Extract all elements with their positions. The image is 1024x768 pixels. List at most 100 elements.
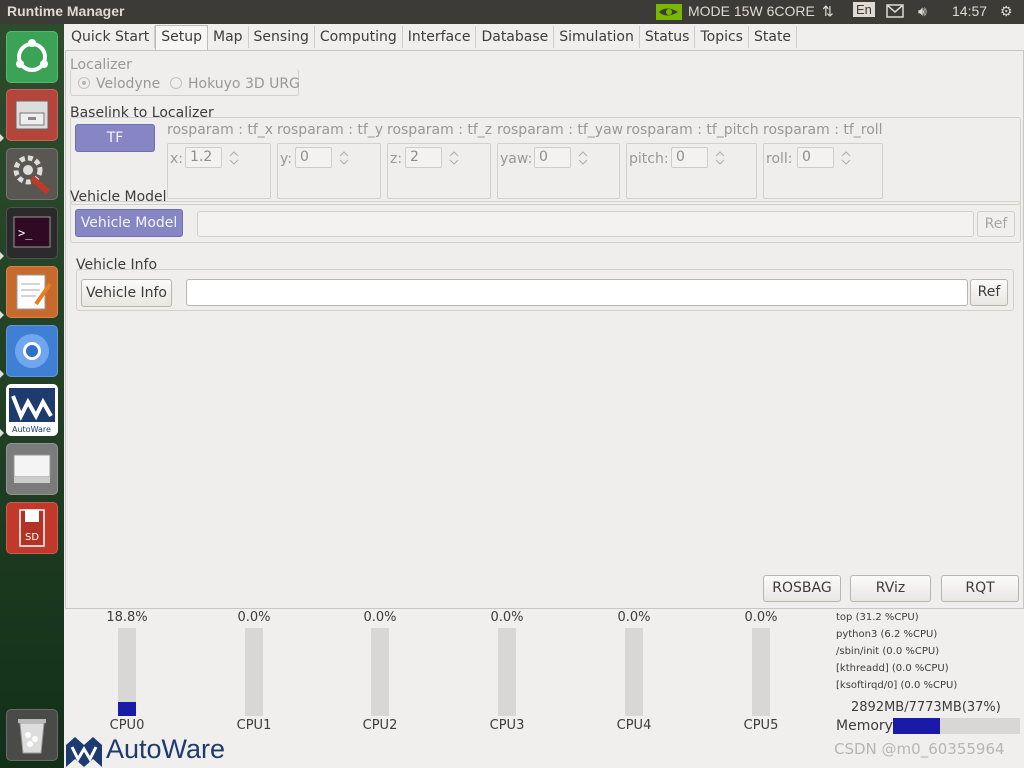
vehicle-model-path-field[interactable] <box>197 211 974 237</box>
cpu-bar <box>625 628 643 716</box>
cpu-bar <box>371 628 389 716</box>
cpu-bar-fill <box>118 702 136 716</box>
nvidia-icon[interactable] <box>656 4 682 23</box>
keyboard-lang-indicator[interactable]: En <box>853 2 875 17</box>
cpu-label: CPU4 <box>616 718 652 733</box>
cpu-meter-1: 0.0% CPU1 <box>224 610 284 733</box>
tab-state[interactable]: State <box>749 26 798 48</box>
cpu-percent: 0.0% <box>363 610 397 625</box>
cpu-meter-5: 0.0% CPU5 <box>731 610 791 733</box>
tab-simulation[interactable]: Simulation <box>554 26 640 48</box>
tab-computing[interactable]: Computing <box>315 26 403 48</box>
top-process-item: top (31.2 %CPU) <box>836 612 919 623</box>
cpu-bar <box>245 628 263 716</box>
cpu-percent: 0.0% <box>744 610 778 625</box>
autoware-logo-icon <box>66 737 102 767</box>
autoware-logo-text: AutoWare <box>106 734 226 764</box>
tf-z-input[interactable]: 2 <box>405 147 459 168</box>
cpu-label: CPU2 <box>362 718 398 733</box>
memory-label: Memory <box>836 718 893 734</box>
memory-bar-fill <box>893 718 940 734</box>
launcher-terminal-icon[interactable]: >_ <box>6 207 58 259</box>
svg-text:AutoWare: AutoWare <box>12 425 51 434</box>
rviz-button[interactable]: RViz <box>850 575 931 602</box>
memory-text: 2892MB/7773MB(37%) <box>851 700 1001 715</box>
cpu-bar <box>752 628 770 716</box>
cpu-meter-4: 0.0% CPU4 <box>604 610 664 733</box>
cpu-percent: 0.0% <box>490 610 524 625</box>
cpu-meter-2: 0.0% CPU2 <box>350 610 410 733</box>
top-process-item: [kthreadd] (0.0 %CPU) <box>836 663 949 674</box>
radio-hokuyo[interactable]: Hokuyo 3D URG <box>170 76 300 92</box>
memory-bar <box>893 718 1020 734</box>
rqt-button[interactable]: RQT <box>941 575 1019 602</box>
volume-icon[interactable]: 🔊︎ <box>918 3 927 20</box>
svg-text:>_: >_ <box>18 226 33 240</box>
launcher: >_ AutoWare SD <box>0 24 64 768</box>
cpu-meter-3: 0.0% CPU3 <box>477 610 537 733</box>
setup-panel: Localizer Velodyne Hokuyo 3D URG Baselin… <box>65 50 1024 609</box>
vehicle-model-button[interactable]: Vehicle Model <box>75 209 183 237</box>
tf-roll-input[interactable]: 0 <box>797 147 851 168</box>
tf-pitch-group: rosparam : tf_pitch pitch: 0 <box>626 122 759 199</box>
tab-status[interactable]: Status <box>640 26 696 48</box>
vehicle-info-path-field[interactable] <box>186 279 968 306</box>
top-process-item: python3 (6.2 %CPU) <box>836 629 938 640</box>
tab-map[interactable]: Map <box>208 26 249 48</box>
tf-y-input[interactable]: 0 <box>295 147 349 168</box>
launcher-sd-card-icon[interactable]: SD <box>6 502 58 554</box>
cpu-label: CPU3 <box>489 718 525 733</box>
cpu-label: CPU0 <box>109 718 145 733</box>
radio-velodyne[interactable]: Velodyne <box>78 76 160 92</box>
svg-text:SD: SD <box>25 532 39 543</box>
rosbag-button[interactable]: ROSBAG <box>763 575 841 602</box>
tf-yaw-input[interactable]: 0 <box>534 147 588 168</box>
vehicle-info-button[interactable]: Vehicle Info <box>81 279 172 307</box>
launcher-settings-icon[interactable] <box>6 148 58 200</box>
launcher-text-editor-icon[interactable] <box>6 266 58 318</box>
top-process-item: [ksoftirqd/0] (0.0 %CPU) <box>836 680 958 691</box>
power-gear-icon[interactable]: ⚙ <box>1000 3 1013 20</box>
cpu-bar <box>118 628 136 716</box>
tf-yaw-group: rosparam : tf_yaw yaw: 0 <box>497 122 623 199</box>
watermark: CSDN @m0_60355964 <box>834 740 1005 758</box>
tf-roll-group: rosparam : tf_roll roll: 0 <box>763 122 883 199</box>
top-panel: Runtime Manager MODE 15W 6CORE ⇅ En 🔊︎ 1… <box>0 0 1024 24</box>
mode-indicator[interactable]: MODE 15W 6CORE <box>688 3 815 19</box>
launcher-chromium-icon[interactable] <box>6 325 58 377</box>
tf-pitch-input[interactable]: 0 <box>671 147 725 168</box>
launcher-drive-icon[interactable] <box>6 443 58 495</box>
tab-interface[interactable]: Interface <box>403 26 477 48</box>
vehicle-info-ref-button[interactable]: Ref <box>970 279 1008 306</box>
cpu-label: CPU1 <box>236 718 272 733</box>
tab-topics[interactable]: Topics <box>695 26 749 48</box>
tab-database[interactable]: Database <box>476 26 555 48</box>
runtime-manager-window: Quick Start Setup Map Sensing Computing Inter… <box>64 24 1024 768</box>
cpu-percent: 0.0% <box>617 610 651 625</box>
launcher-files-icon[interactable] <box>6 89 58 141</box>
launcher-ubuntu-icon[interactable] <box>6 31 58 83</box>
tf-z-group: rosparam : tf_z z: 2 <box>387 122 492 199</box>
cpu-percent: 18.8% <box>106 610 148 625</box>
window-title: Runtime Manager <box>7 3 125 19</box>
top-process-item: /sbin/init (0.0 %CPU) <box>836 646 940 657</box>
tab-setup[interactable]: Setup <box>155 25 208 50</box>
tab-quick-start[interactable]: Quick Start <box>66 26 156 48</box>
mail-icon[interactable] <box>886 4 904 21</box>
vehicle-model-ref-button[interactable]: Ref <box>977 211 1015 237</box>
cpu-meter-0: 18.8% CPU0 <box>97 610 157 733</box>
tf-y-group: rosparam : tf_y y: 0 <box>277 122 383 199</box>
tf-x-input[interactable]: 1.2 <box>185 147 239 168</box>
launcher-autoware-icon[interactable]: AutoWare <box>6 384 58 436</box>
launcher-trash-icon[interactable] <box>6 709 58 761</box>
cpu-label: CPU5 <box>743 718 779 733</box>
cpu-bar <box>498 628 516 716</box>
tab-bar: Quick Start Setup Map Sensing Computing Inter… <box>66 25 798 50</box>
network-icon[interactable]: ⇅ <box>822 3 834 20</box>
tf-button[interactable]: TF <box>75 124 155 152</box>
cpu-percent: 0.0% <box>237 610 271 625</box>
tf-x-group: rosparam : tf_x x: 1.2 <box>167 122 273 199</box>
tab-sensing[interactable]: Sensing <box>249 26 315 48</box>
clock[interactable]: 14:57 <box>952 3 987 19</box>
autoware-logo: AutoWare <box>66 734 256 768</box>
